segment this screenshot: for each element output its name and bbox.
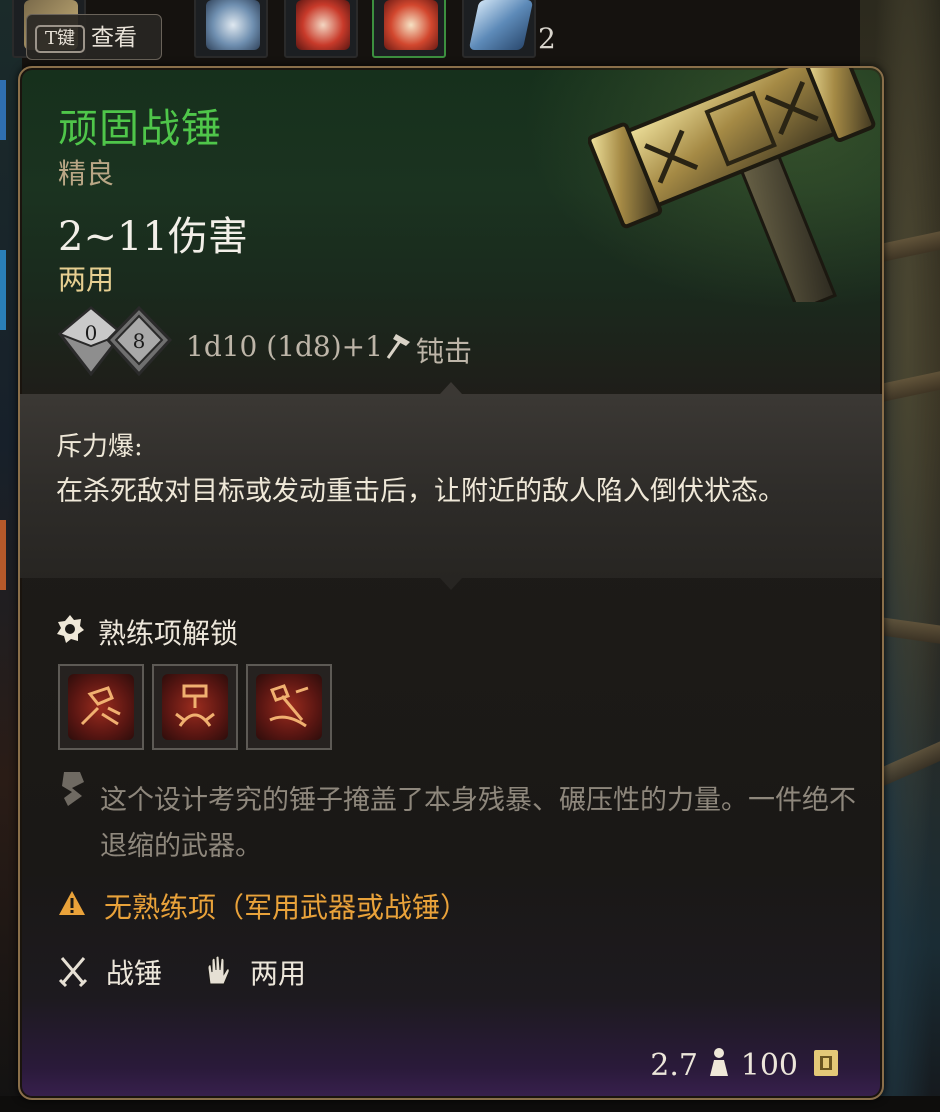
inspect-key-hint[interactable]: T键 查看 — [26, 14, 162, 60]
d8-icon: 8 — [106, 306, 172, 376]
divider-notch-bottom — [440, 578, 462, 590]
item-value: 100 — [740, 1048, 798, 1083]
proficiency-label: 熟练项解锁 — [98, 617, 239, 650]
key-hint-label: 查看 — [91, 25, 137, 51]
item-weight: 2.7 — [650, 1048, 698, 1083]
d8-face: 8 — [133, 329, 146, 353]
warhammer-icon — [588, 68, 876, 302]
tooltip-footer: 2.7 100 — [20, 1026, 882, 1098]
ability-description: 在杀死敌对目标或发动重击后，让附近的敌人陷入倒伏状态。 — [56, 476, 785, 507]
proficiency-badge-icon — [57, 615, 84, 643]
quill-icon — [62, 772, 84, 806]
hotbar-slot-scroll-blue[interactable] — [194, 0, 268, 58]
keycap: T键 — [35, 25, 85, 53]
damage-formula: 1d10 (1d8)+1 — [186, 330, 383, 363]
weapon-action-icon — [162, 674, 228, 740]
item-properties: 战锤 两用 — [58, 946, 558, 994]
damage-dice-row: 0 8 1d10 (1d8)+1 钝击 — [58, 306, 578, 376]
d10-face: 0 — [85, 321, 98, 345]
weapon-type-label: 战锤 — [106, 957, 163, 990]
proficiency-skill-2[interactable] — [152, 664, 238, 750]
whetstone-icon — [468, 0, 534, 50]
ability-title: 斥力爆: — [56, 432, 143, 462]
handedness-label: 两用 — [250, 957, 307, 990]
gold-coin-icon — [814, 1050, 838, 1076]
proficiency-skill-3[interactable] — [246, 664, 332, 750]
item-name: 顽固战锤 — [58, 106, 222, 152]
stack-count: 2 — [538, 22, 556, 55]
scroll-icon — [206, 0, 260, 50]
item-handedness: 两用 — [58, 263, 115, 296]
scroll-icon — [384, 0, 438, 50]
hotbar-slot-scroll-red-selected[interactable] — [372, 0, 446, 58]
item-tooltip: 顽固战锤 精良 2~11伤害 两用 0 8 1d10 (1d8)+1 钝击 斥力… — [18, 66, 884, 1100]
item-rarity: 精良 — [58, 157, 115, 190]
flavor-text: 这个设计考究的锤子掩盖了本身残暴、碾压性的力量。一件绝不退缩的武器。 — [100, 785, 856, 862]
proficiency-warning: 无熟练项（军用武器或战锤） — [104, 891, 469, 924]
crossed-weapons-icon — [58, 957, 88, 988]
hotbar-slot-scroll-red[interactable] — [284, 0, 358, 58]
hotbar-slot-whetstone[interactable] — [462, 0, 536, 58]
proficiency-skill-1[interactable] — [58, 664, 144, 750]
weapon-action-icon — [68, 674, 134, 740]
item-damage: 2~11伤害 — [58, 214, 248, 260]
divider-notch-top — [440, 382, 462, 394]
weight-icon — [710, 1048, 728, 1076]
warning-icon — [59, 891, 85, 915]
damage-type: 钝击 — [416, 335, 473, 368]
scroll-icon — [296, 0, 350, 50]
hand-icon — [207, 955, 230, 985]
bludgeoning-icon — [386, 334, 410, 359]
weapon-action-icon — [256, 674, 322, 740]
